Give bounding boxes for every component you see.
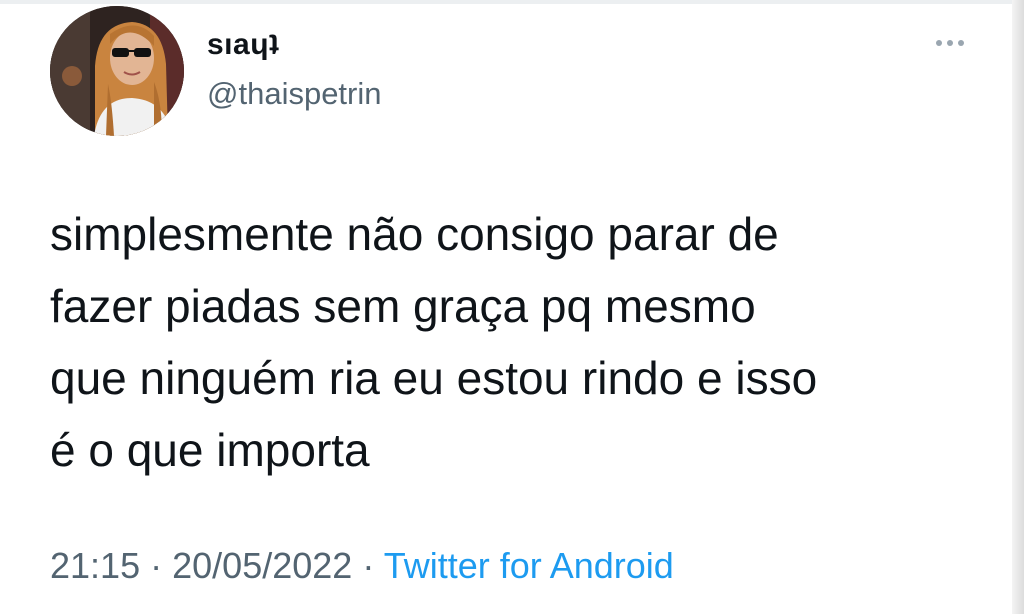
tweet-meta: 21:15 · 20/05/2022 · Twitter for Android xyxy=(50,544,674,588)
tweet-card: sıaɥʇ @thaispetrin simplesmente não cons… xyxy=(0,0,1024,614)
right-edge-shadow xyxy=(1012,0,1024,614)
more-options-icon[interactable] xyxy=(928,30,972,56)
meta-separator: · xyxy=(362,545,375,586)
avatar-image xyxy=(50,6,184,136)
author-display-name[interactable]: sıaɥʇ xyxy=(207,28,280,62)
top-divider xyxy=(0,0,1024,4)
more-dot xyxy=(936,40,942,46)
meta-separator: · xyxy=(150,545,163,586)
avatar[interactable] xyxy=(50,6,184,136)
tweet-text: simplesmente não consigo parar de fazer … xyxy=(50,208,818,476)
author-handle[interactable]: @thaispetrin xyxy=(207,76,382,112)
tweet-date[interactable]: 20/05/2022 xyxy=(172,545,352,586)
tweet-time[interactable]: 21:15 xyxy=(50,545,140,586)
more-dot xyxy=(958,40,964,46)
more-dot xyxy=(947,40,953,46)
tweet-source-link[interactable]: Twitter for Android xyxy=(384,545,674,586)
